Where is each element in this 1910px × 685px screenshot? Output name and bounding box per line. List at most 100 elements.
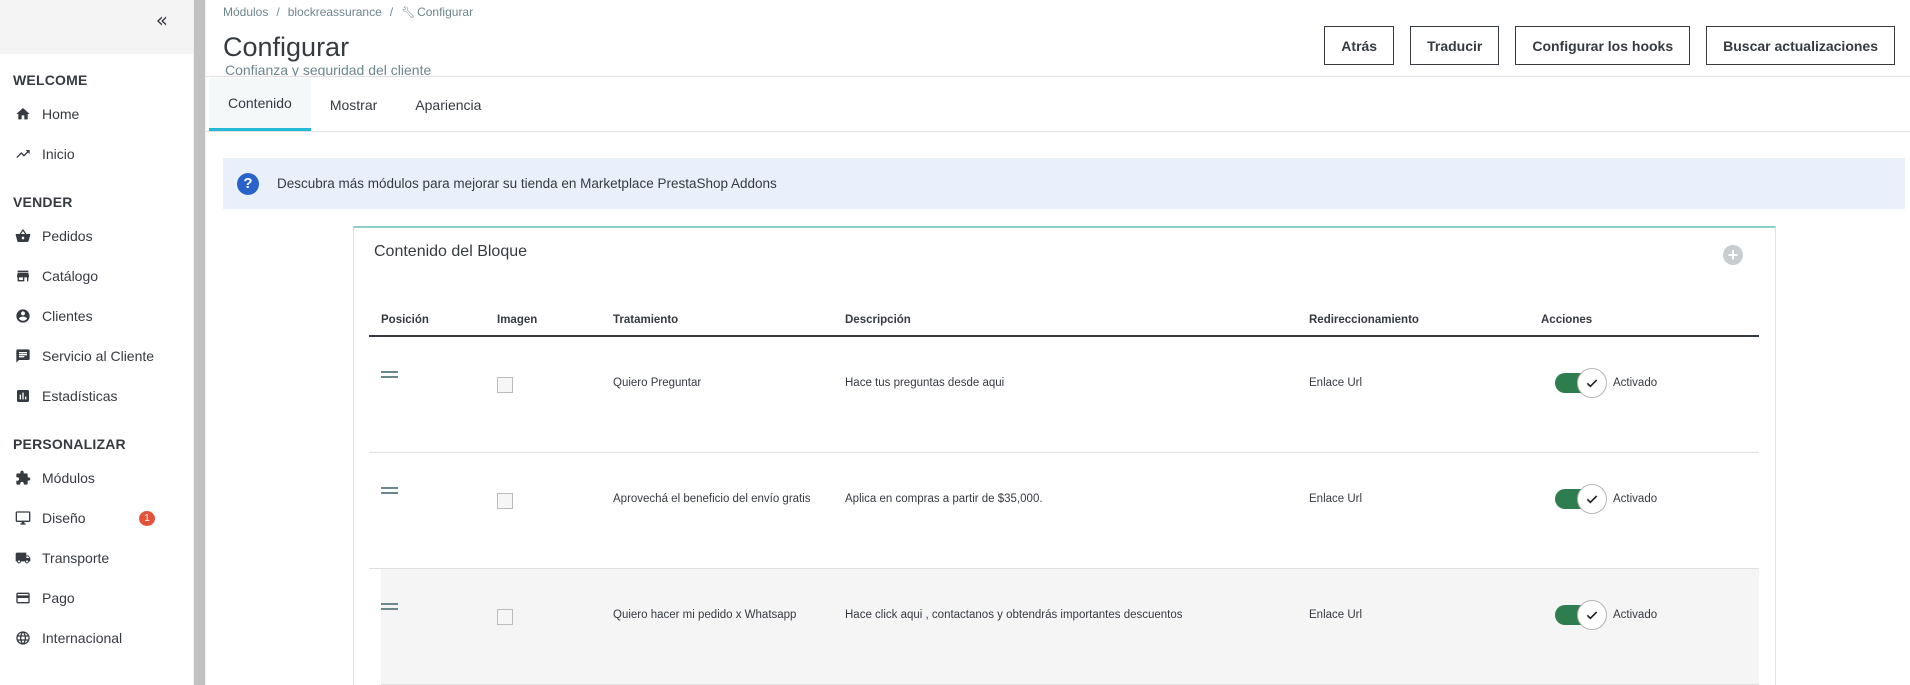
sidebar-item-estadisticas[interactable]: Estadísticas <box>0 376 193 416</box>
status-label: Activado <box>1613 377 1658 389</box>
monitor-icon <box>14 509 32 527</box>
sidebar-item-pedidos[interactable]: Pedidos <box>0 216 193 256</box>
sidebar-item-diseno[interactable]: Diseño 1 <box>0 498 193 538</box>
notification-badge: 1 <box>139 511 155 526</box>
tabs-divider <box>206 131 1910 132</box>
sidebar-item-catalogo[interactable]: Catálogo <box>0 256 193 296</box>
column-header-position: Posición <box>381 313 429 326</box>
sidebar-section-personalizar: PERSONALIZAR <box>13 436 126 452</box>
sidebar-item-label: Inicio <box>42 146 75 162</box>
row-redirect: Enlace Url <box>1309 609 1363 621</box>
home-icon <box>14 105 32 123</box>
broken-image-icon <box>497 493 513 509</box>
card-title: Contenido del Bloque <box>374 243 528 260</box>
sidebar-scrollbar[interactable] <box>193 0 206 685</box>
add-circle-icon[interactable]: + <box>1723 245 1743 265</box>
row-treatment: Aprovechá el beneficio del envío gratis <box>613 493 811 505</box>
help-icon: ? <box>237 172 259 195</box>
sidebar-item-label: Catálogo <box>42 268 99 284</box>
row-treatment: Quiero Preguntar <box>613 377 702 389</box>
sidebar: « WELCOME Home Inicio VENDER Pedidos Cat… <box>0 0 193 685</box>
back-button[interactable]: Atrás <box>1324 26 1395 65</box>
wrench-icon: 🔧︎ <box>401 7 416 19</box>
broken-image-icon <box>497 377 513 393</box>
table-row: Quiero Preguntar Hace tus preguntas desd… <box>369 337 1759 453</box>
row-description: Hace click aqui , contactanos y obtendrá… <box>845 609 1183 621</box>
sidebar-item-label: Clientes <box>42 308 93 324</box>
more-options-icon[interactable] <box>1725 611 1731 651</box>
sidebar-item-label: Estadísticas <box>42 388 118 404</box>
store-icon <box>14 267 32 285</box>
card-icon <box>14 589 32 607</box>
configure-hooks-button[interactable]: Configurar los hooks <box>1515 26 1691 65</box>
sidebar-item-label: Internacional <box>42 630 123 646</box>
more-options-icon[interactable] <box>1713 379 1719 419</box>
row-redirect: Enlace Url <box>1309 377 1363 389</box>
sidebar-item-internacional[interactable]: Internacional <box>0 618 193 658</box>
tab-mostrar[interactable]: Mostrar <box>311 78 396 131</box>
globe-icon <box>14 629 32 647</box>
column-header-description: Descripción <box>845 313 911 326</box>
row-description: Hace tus preguntas desde aqui <box>845 377 1005 389</box>
tab-contenido[interactable]: Contenido <box>209 78 311 131</box>
sidebar-item-clientes[interactable]: Clientes <box>0 296 193 336</box>
translate-button[interactable]: Traducir <box>1410 26 1500 65</box>
sidebar-item-label: Módulos <box>42 470 95 486</box>
chat-icon <box>14 347 32 365</box>
status-toggle[interactable] <box>1555 368 1607 398</box>
breadcrumb-current: Configurar <box>417 5 474 19</box>
row-redirect: Enlace Url <box>1309 493 1363 505</box>
sidebar-item-label: Transporte <box>42 550 110 566</box>
check-icon <box>1577 484 1607 514</box>
addons-link[interactable]: Marketplace PrestaShop Addons <box>580 176 777 191</box>
main-content: Módulos / blockreassurance / 🔧︎ Configurar Co… <box>206 0 1910 685</box>
account-icon <box>14 307 32 325</box>
breadcrumb-module[interactable]: blockreassurance <box>288 5 382 19</box>
check-icon <box>1577 368 1607 398</box>
status-toggle[interactable] <box>1555 484 1607 514</box>
stats-icon <box>14 387 32 405</box>
toolbar: Atrás Traducir Configurar los hooks Busc… <box>1324 26 1895 65</box>
sidebar-item-modulos[interactable]: Módulos <box>0 458 193 498</box>
sidebar-item-inicio[interactable]: Inicio <box>0 134 193 174</box>
column-header-treatment: Tratamiento <box>613 313 679 326</box>
check-icon <box>1577 600 1607 630</box>
drag-handle-icon[interactable] <box>381 371 398 378</box>
breadcrumb: Módulos / blockreassurance / 🔧︎ Configurar <box>223 5 474 19</box>
truck-icon <box>14 549 32 567</box>
sidebar-item-transporte[interactable]: Transporte <box>0 538 193 578</box>
sidebar-section-vender: VENDER <box>13 194 73 210</box>
more-options-icon[interactable] <box>1713 495 1719 535</box>
info-alert: ? Descubra más módulos para mejorar su t… <box>223 158 1905 209</box>
alert-text: Descubra más módulos para mejorar su tie… <box>277 176 577 191</box>
sidebar-item-label: Servicio al Cliente <box>42 348 155 364</box>
sidebar-item-label: Home <box>42 106 80 122</box>
sidebar-item-label: Pedidos <box>42 228 93 244</box>
sidebar-item-label: Diseño <box>42 510 86 526</box>
trending-icon <box>14 145 32 163</box>
sidebar-header: « <box>0 0 193 54</box>
table-header: Posición Imagen Tratamiento Descripción … <box>369 304 1759 337</box>
page-header: Módulos / blockreassurance / 🔧︎ Configurar Co… <box>206 0 1910 77</box>
sidebar-item-home[interactable]: Home <box>0 94 193 134</box>
page-subtitle: Confianza y seguridad del cliente <box>225 64 432 76</box>
row-treatment: Quiero hacer mi pedido x Whatsapp <box>613 609 797 621</box>
sidebar-item-servicio-al-cliente[interactable]: Servicio al Cliente <box>0 336 193 376</box>
drag-handle-icon[interactable] <box>381 487 398 494</box>
column-header-redirect: Redireccionamiento <box>1309 313 1419 326</box>
collapse-sidebar-icon[interactable]: « <box>156 8 168 32</box>
status-label: Activado <box>1613 493 1658 505</box>
status-toggle[interactable] <box>1555 600 1607 630</box>
scrollbar-thumb[interactable] <box>194 0 205 685</box>
table-row: Quiero hacer mi pedido x Whatsapp Hace c… <box>381 569 1759 685</box>
check-updates-button[interactable]: Buscar actualizaciones <box>1706 26 1895 65</box>
breadcrumb-modulos[interactable]: Módulos <box>223 5 268 19</box>
sidebar-item-pago[interactable]: Pago <box>0 578 193 618</box>
column-header-image: Imagen <box>497 313 538 326</box>
drag-handle-icon[interactable] <box>381 603 398 610</box>
tab-apariencia[interactable]: Apariencia <box>396 78 500 131</box>
row-description: Aplica en compras a partir de $35,000. <box>845 493 1043 505</box>
column-header-actions: Acciones <box>1541 313 1593 326</box>
block-content-card: Contenido del Bloque + Posición Imagen T… <box>353 226 1776 685</box>
sidebar-section-welcome: WELCOME <box>13 72 88 88</box>
